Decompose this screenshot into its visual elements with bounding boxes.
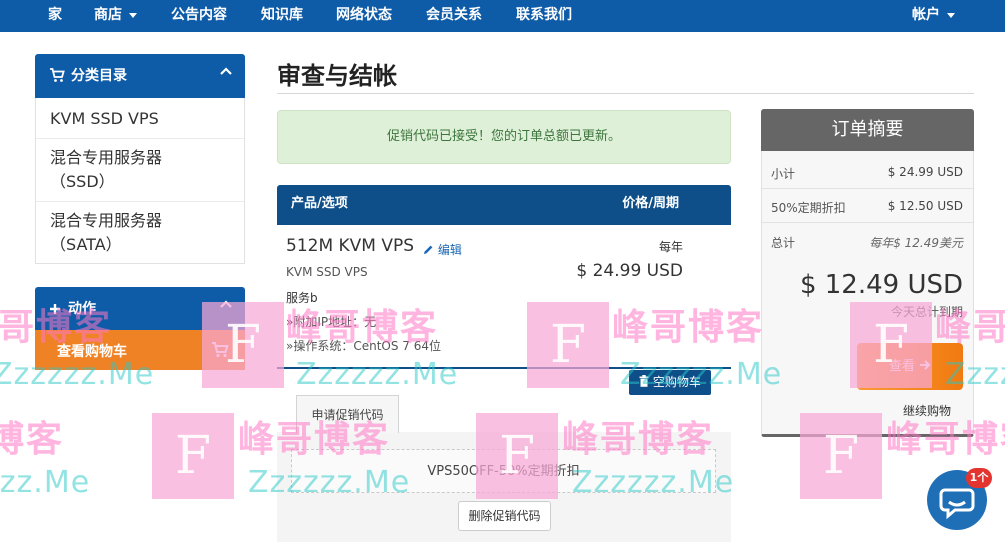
subtotal-value: $ 24.99 USD [887,165,963,179]
total-due-label: 今天总计到期 [890,305,963,319]
divider [762,188,973,189]
product-option-os: »操作系统：CentOS 7 64位 [286,339,442,353]
column-header-price: 价格/周期 [622,196,679,211]
nav-account-label: 帐户 [912,7,940,23]
divider [36,138,244,139]
categories-title: 分类目录 [71,68,127,84]
billing-cycle: 每年 [658,240,683,254]
product-name: 512M KVM VPS [286,236,415,256]
watermark-logo: F [152,413,234,499]
continue-shopping-link[interactable]: 继续购物 [903,402,951,419]
watermark-url: Zzzzzz.Me [0,465,91,500]
watermark-logo: F [527,302,609,388]
categories-list: KVM SSD VPS 混合专用服务器 （SSD） 混合专用服务器 （SATA） [35,98,245,264]
empty-cart-label: 空购物车 [652,375,701,389]
category-hybrid-ssd-line2: （SSD） [50,172,115,191]
chevron-down-icon [947,12,955,18]
product-hostname: 服务b [286,291,318,305]
total-due-amount: $ 12.49 USD [799,270,963,300]
nav-store[interactable]: 商店 [94,0,137,32]
divider [277,367,731,369]
empty-cart-button[interactable]: 空购物车 [629,370,711,395]
pencil-icon [424,245,433,254]
watermark-text: 峰哥博客 [0,419,65,460]
product-group: KVM SSD VPS [286,265,368,279]
nav-contact[interactable]: 联系我们 [516,0,572,32]
column-header-product: 产品/选项 [291,196,348,211]
shopping-cart-icon [212,342,229,358]
product-price: $ 24.99 USD [576,261,683,281]
divider [277,93,974,94]
watermark-url: Zzzzzz.Me [296,357,459,392]
chevron-up-icon[interactable] [219,64,233,78]
chevron-down-icon [129,12,137,18]
nav-network-status[interactable]: 网络状态 [336,0,392,32]
subtotal-label: 小计 [771,167,796,181]
nav-store-label: 商店 [94,7,122,23]
totals-recurring: 每年$ 12.49美元 [869,236,963,250]
nav-announcements[interactable]: 公告内容 [171,0,227,32]
nav-affiliates[interactable]: 会员关系 [426,0,482,32]
nav-knowledgebase[interactable]: 知识库 [261,0,303,32]
divider [762,222,973,223]
discount-value: $ 12.50 USD [887,199,963,213]
totals-label: 总计 [771,236,796,250]
remove-promo-button[interactable]: 删除促销代码 [458,501,551,531]
cart-table-header: 产品/选项 价格/周期 [277,185,731,225]
category-hybrid-sata-line2: （SATA） [50,235,122,254]
category-hybrid-sata-line1: 混合专用服务器 [50,211,163,230]
edit-label: 编辑 [437,243,462,257]
category-hybrid-ssd-line1: 混合专用服务器 [50,148,163,167]
edit-product-link[interactable]: 编辑 [423,241,462,258]
applied-promo-code: VPS50OFF-50%定期折扣 [291,449,716,493]
category-hybrid-sata[interactable]: 混合专用服务器 （SATA） [36,209,244,257]
actions-title: 动作 [68,301,96,317]
shopping-cart-icon [50,68,65,82]
category-hybrid-ssd[interactable]: 混合专用服务器 （SSD） [36,146,244,194]
plus-icon [50,304,60,314]
actions-panel-header[interactable]: 动作 [35,287,245,330]
watermark-text: 峰哥博客 [612,307,765,348]
view-cart-label: 查看购物车 [57,344,127,360]
arrow-right-icon [920,360,931,370]
chat-unread-badge: 1个 [966,468,992,488]
category-kvm-ssd-vps[interactable]: KVM SSD VPS [36,107,244,131]
chevron-up-icon[interactable] [219,297,233,311]
product-option-ip: »附加IP地址：无 [286,315,377,329]
top-navbar: 家 商店 公告内容 知识库 网络状态 会员关系 联系我们 帐户 [0,0,1005,32]
checkout-button[interactable]: 查看 [857,343,963,390]
nav-home[interactable]: 家 [48,0,62,32]
page-title: 审查与结帐 [277,62,397,90]
nav-account[interactable]: 帐户 [912,0,955,32]
trash-icon [639,375,649,387]
order-summary-title: 订单摘要 [761,109,974,151]
promo-success-alert: 促销代码已接受！您的订单总额已更新。 [277,110,731,164]
categories-panel-header[interactable]: 分类目录 [35,54,245,98]
checkout-label: 查看 [888,359,915,374]
discount-label: 50%定期折扣 [771,201,846,215]
divider [36,201,244,202]
view-cart-button[interactable]: 查看购物车 [35,330,245,370]
tab-apply-promo[interactable]: 申请促销代码 [296,395,399,433]
